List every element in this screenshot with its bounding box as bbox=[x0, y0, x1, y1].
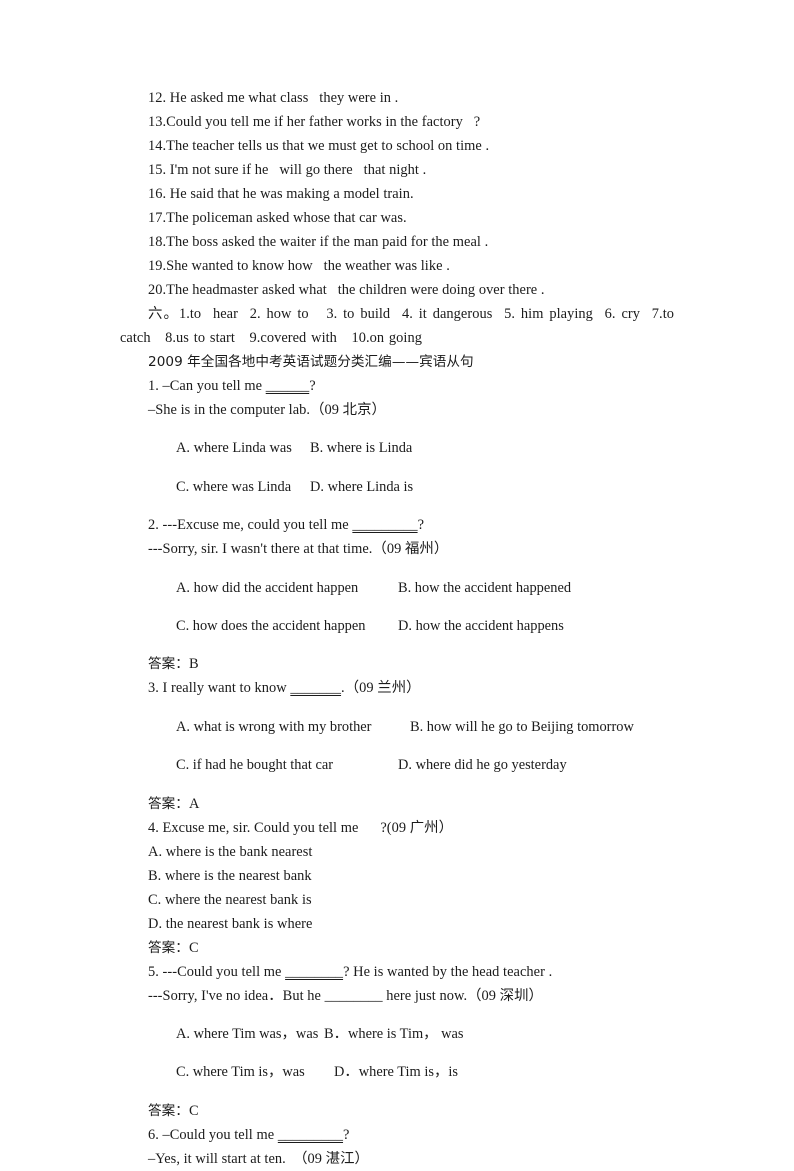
option-d[interactable]: D. where did he go yesterday bbox=[398, 757, 567, 773]
question-stem: 3. I really want to know _______.（09 兰州） bbox=[120, 676, 674, 700]
question-item: 2. ---Excuse me, could you tell me _____… bbox=[120, 513, 674, 676]
option-row: A. what is wrong with my brother B. how w… bbox=[120, 715, 674, 739]
option-row: A. where Tim was，was B．where is Tim， was bbox=[120, 1022, 674, 1046]
stem-text: 2. ---Excuse me, could you tell me bbox=[148, 517, 353, 534]
answer-key-paragraph: 六。1.to hear 2. how to 3. to build 4. it … bbox=[120, 306, 679, 346]
stem-tail: ? bbox=[343, 1126, 350, 1143]
answer-value: C bbox=[188, 1102, 199, 1119]
option-b[interactable]: B．where is Tim， was bbox=[324, 1026, 464, 1042]
option-b[interactable]: B. where is Linda bbox=[310, 440, 412, 456]
option-d[interactable]: D. how the accident happens bbox=[398, 618, 564, 634]
question-item: 1. –Can you tell me ______? –She is in t… bbox=[120, 374, 674, 499]
option-row: C. how does the accident happen D. how th… bbox=[120, 614, 674, 638]
sentence-line: 15. I'm not sure if he will go there tha… bbox=[148, 162, 427, 178]
option-a[interactable]: A. where is the bank nearest bbox=[120, 840, 674, 864]
answer-label: 答案： bbox=[148, 795, 189, 812]
answer-line: 答案：C bbox=[120, 1099, 674, 1123]
option-a[interactable]: A. how did the accident happen bbox=[148, 576, 398, 600]
option-row: C. if had he bought that car D. where did… bbox=[120, 753, 674, 777]
question-item: 3. I really want to know _______.（09 兰州）… bbox=[120, 676, 674, 815]
stem-text: 5. ---Could you tell me bbox=[148, 963, 286, 980]
option-a[interactable]: A. what is wrong with my brother bbox=[148, 715, 410, 739]
question-item: 5. ---Could you tell me ________? He is … bbox=[120, 960, 674, 1123]
answer-line: 答案：C bbox=[120, 936, 674, 960]
stem-text: 3. I really want to know bbox=[148, 680, 291, 697]
answer-label: 答案： bbox=[148, 1102, 189, 1119]
option-d[interactable]: D．where Tim is，is bbox=[334, 1064, 458, 1080]
question-stem: 1. –Can you tell me ______? bbox=[120, 374, 674, 398]
option-c[interactable]: C. where the nearest bank is bbox=[120, 888, 674, 912]
option-b[interactable]: B. how the accident happened bbox=[398, 580, 571, 596]
stem-tail: ? bbox=[417, 517, 425, 534]
option-row: C. where Tim is，was D．where Tim is，is bbox=[120, 1060, 674, 1084]
page-title: 2009 年全国各地中考英语试题分类汇编——宾语从句 bbox=[148, 354, 474, 370]
fill-in-blank[interactable]: _________ bbox=[352, 517, 417, 533]
option-c[interactable]: C. if had he bought that car bbox=[148, 753, 398, 777]
sentence-line: 17.The policeman asked whose that car wa… bbox=[148, 210, 407, 226]
answer-label: 答案： bbox=[148, 656, 189, 673]
answer-line: 答案：B bbox=[120, 652, 674, 676]
option-row: C. where was Linda D. where Linda is bbox=[120, 475, 674, 499]
option-c[interactable]: C. where Tim is，was bbox=[148, 1060, 334, 1084]
document-page: 12. He asked me what class they were in … bbox=[0, 0, 794, 1167]
question-stem: 6. –Could you tell me _________? bbox=[120, 1123, 674, 1147]
answer-value: C bbox=[188, 939, 199, 956]
option-a[interactable]: A. where Tim was，was bbox=[148, 1022, 324, 1046]
option-c[interactable]: C. where was Linda bbox=[148, 475, 310, 499]
question-list: 1. –Can you tell me ______? –She is in t… bbox=[120, 374, 674, 1171]
answer-value: B bbox=[188, 656, 199, 673]
fill-in-blank[interactable]: ________ bbox=[285, 964, 343, 980]
fill-in-blank[interactable]: ______ bbox=[266, 378, 309, 394]
question-item: 6. –Could you tell me _________? –Yes, i… bbox=[120, 1123, 674, 1171]
question-stem: 2. ---Excuse me, could you tell me _____… bbox=[120, 513, 674, 537]
option-c[interactable]: C. how does the accident happen bbox=[148, 614, 398, 638]
sentence-line: 12. He asked me what class they were in … bbox=[148, 90, 399, 106]
option-d[interactable]: D. where Linda is bbox=[310, 479, 413, 495]
sentence-line: 16. He said that he was making a model t… bbox=[148, 186, 414, 202]
option-row: A. where Linda was B. where is Linda bbox=[120, 436, 674, 460]
option-b[interactable]: B. where is the nearest bank bbox=[120, 864, 674, 888]
question-stem: 4. Excuse me, sir. Could you tell me ?(0… bbox=[148, 819, 454, 836]
question-dialogue: –Yes, it will start at ten. （09 湛江） bbox=[148, 1150, 369, 1167]
question-dialogue: ---Sorry, I've no idea．But he ________ h… bbox=[148, 987, 544, 1004]
answer-value: A bbox=[188, 795, 200, 812]
sentence-line: 18.The boss asked the waiter if the man … bbox=[148, 234, 489, 250]
stem-tail: ? He is wanted by the head teacher . bbox=[343, 963, 553, 980]
rewrite-section: 12. He asked me what class they were in … bbox=[120, 86, 674, 302]
stem-text: 1. –Can you tell me bbox=[148, 378, 266, 394]
sentence-line: 20.The headmaster asked what the childre… bbox=[148, 282, 545, 298]
stem-tail: ? bbox=[309, 378, 316, 394]
sentence-line: 13.Could you tell me if her father works… bbox=[148, 114, 481, 130]
fill-in-blank[interactable]: _________ bbox=[278, 1127, 343, 1143]
sentence-line: 14.The teacher tells us that we must get… bbox=[148, 138, 490, 154]
option-d[interactable]: D. the nearest bank is where bbox=[120, 912, 674, 936]
stem-tail: .（09 兰州） bbox=[341, 680, 421, 697]
question-stem: 5. ---Could you tell me ________? He is … bbox=[120, 960, 674, 984]
answer-line: 答案：A bbox=[120, 792, 674, 816]
answer-label: 答案： bbox=[148, 939, 189, 956]
option-a[interactable]: A. where Linda was bbox=[148, 436, 310, 460]
option-b[interactable]: B. how will he go to Beijing tomorrow bbox=[410, 719, 634, 735]
question-item: 4. Excuse me, sir. Could you tell me ?(0… bbox=[120, 816, 674, 960]
question-dialogue: ---Sorry, sir. I wasn't there at that ti… bbox=[148, 541, 449, 558]
fill-in-blank[interactable]: _______ bbox=[290, 680, 341, 696]
sentence-line: 19.She wanted to know how the weather wa… bbox=[148, 258, 450, 274]
stem-text: 6. –Could you tell me bbox=[148, 1126, 278, 1143]
question-dialogue: –She is in the computer lab.（09 北京） bbox=[148, 402, 386, 418]
document-body: 12. He asked me what class they were in … bbox=[120, 86, 674, 1171]
option-row: A. how did the accident happen B. how the… bbox=[120, 576, 674, 600]
